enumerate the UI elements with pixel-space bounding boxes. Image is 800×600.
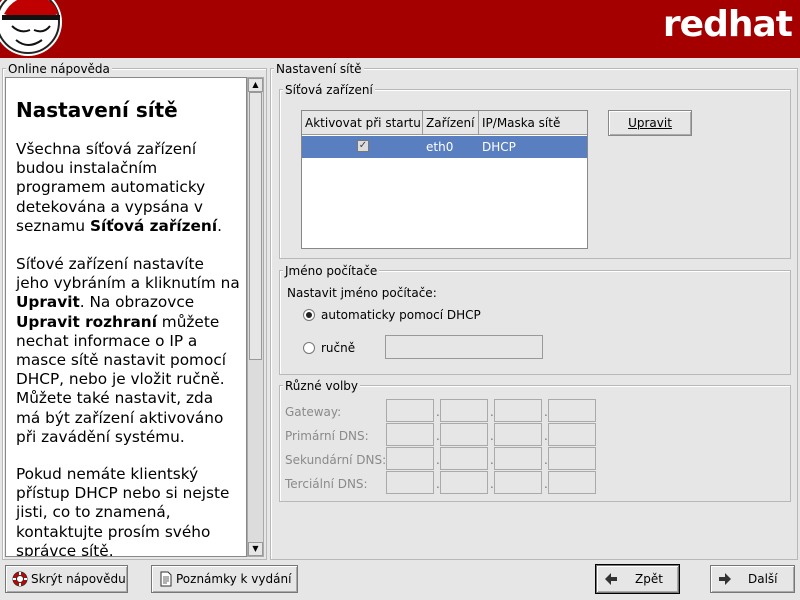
edit-button-label: Upravit (628, 116, 672, 130)
activate-on-boot-checkbox[interactable]: ✓ (357, 140, 369, 152)
column-header-active[interactable]: Aktivovat při startu (302, 111, 423, 135)
column-header-ip[interactable]: IP/Maska sítě (479, 111, 587, 135)
help-title: Nastavení sítě (16, 98, 178, 122)
arrow-left-icon (605, 573, 617, 585)
help-scrollbar[interactable]: ▲ ▼ (247, 77, 264, 557)
arrow-right-icon (719, 573, 731, 585)
hostname-set-label: Nastavit jméno počítače: (287, 286, 437, 300)
edit-button[interactable]: Upravit (608, 110, 692, 136)
hide-help-button[interactable]: Skrýt nápovědu (5, 565, 128, 593)
ip-mask-cell: DHCP (482, 140, 516, 154)
gateway-octet-3-input[interactable] (494, 399, 542, 422)
device-name-cell: eth0 (426, 140, 454, 154)
primary-dns-octet-3-input[interactable] (494, 423, 542, 446)
devices-frame-label: Síťová zařízení (283, 83, 375, 97)
scroll-down-arrow-icon[interactable]: ▼ (248, 542, 263, 556)
help-paragraph-3: Pokud nemáte klientský přístup DHCP nebo… (16, 465, 230, 557)
tertiary-dns-octet-4-input[interactable] (548, 471, 596, 494)
hostname-frame-label: Jméno počítače (283, 264, 380, 278)
tertiary-dns-label: Terciální DNS: (285, 477, 368, 491)
shadowman-logo (0, 0, 62, 56)
secondary-dns-label: Sekundární DNS: (285, 453, 387, 467)
gateway-label: Gateway: (285, 405, 342, 419)
next-button[interactable]: Další (710, 565, 795, 593)
lifebuoy-icon (12, 571, 28, 587)
hostname-auto-radio[interactable] (303, 309, 315, 321)
network-settings-label: Nastavení sítě (274, 62, 364, 76)
help-paragraph-2: Síťové zařízení nastavíte jeho vybráním … (16, 255, 240, 446)
redhat-wordmark: redhat (662, 4, 793, 45)
secondary-dns-octet-3-input[interactable] (494, 447, 542, 470)
devices-table: Aktivovat při startu Zařízení IP/Maska s… (301, 110, 588, 249)
primary-dns-octet-1-input[interactable] (386, 423, 434, 446)
secondary-dns-octet-2-input[interactable] (440, 447, 488, 470)
primary-dns-octet-2-input[interactable] (440, 423, 488, 446)
secondary-dns-octet-1-input[interactable] (386, 447, 434, 470)
hide-help-label: Skrýt nápovědu (31, 572, 126, 586)
next-label: Další (748, 572, 778, 586)
scroll-thumb[interactable] (249, 92, 262, 360)
hostname-manual-radio[interactable] (303, 342, 315, 354)
tertiary-dns-octet-3-input[interactable] (494, 471, 542, 494)
scroll-up-arrow-icon[interactable]: ▲ (248, 78, 263, 92)
back-label: Zpět (635, 572, 663, 586)
help-frame-label: Online nápověda (6, 62, 112, 76)
misc-options-label: Různé volby (283, 379, 361, 393)
tertiary-dns-octet-2-input[interactable] (440, 471, 488, 494)
document-icon (160, 571, 172, 587)
gateway-octet-4-input[interactable] (548, 399, 596, 422)
hostname-manual-label[interactable]: ručně (321, 341, 355, 355)
column-header-device[interactable]: Zařízení (423, 111, 479, 135)
hostname-auto-label[interactable]: automaticky pomocí DHCP (321, 308, 481, 322)
back-button[interactable]: Zpět (595, 564, 680, 594)
table-row[interactable]: ✓ eth0 DHCP (302, 136, 587, 158)
gateway-octet-2-input[interactable] (440, 399, 488, 422)
gateway-octet-1-input[interactable] (386, 399, 434, 422)
primary-dns-octet-4-input[interactable] (548, 423, 596, 446)
primary-dns-label: Primární DNS: (285, 429, 369, 443)
release-notes-button[interactable]: Poznámky k vydání (151, 565, 298, 593)
help-text-area: Nastavení sítě Všechna síťová zařízení b… (5, 77, 247, 557)
hostname-manual-input[interactable] (385, 335, 543, 359)
release-notes-label: Poznámky k vydání (176, 572, 292, 586)
help-paragraph-1: Všechna síťová zařízení budou instalační… (16, 140, 222, 235)
tertiary-dns-octet-1-input[interactable] (386, 471, 434, 494)
secondary-dns-octet-4-input[interactable] (548, 447, 596, 470)
